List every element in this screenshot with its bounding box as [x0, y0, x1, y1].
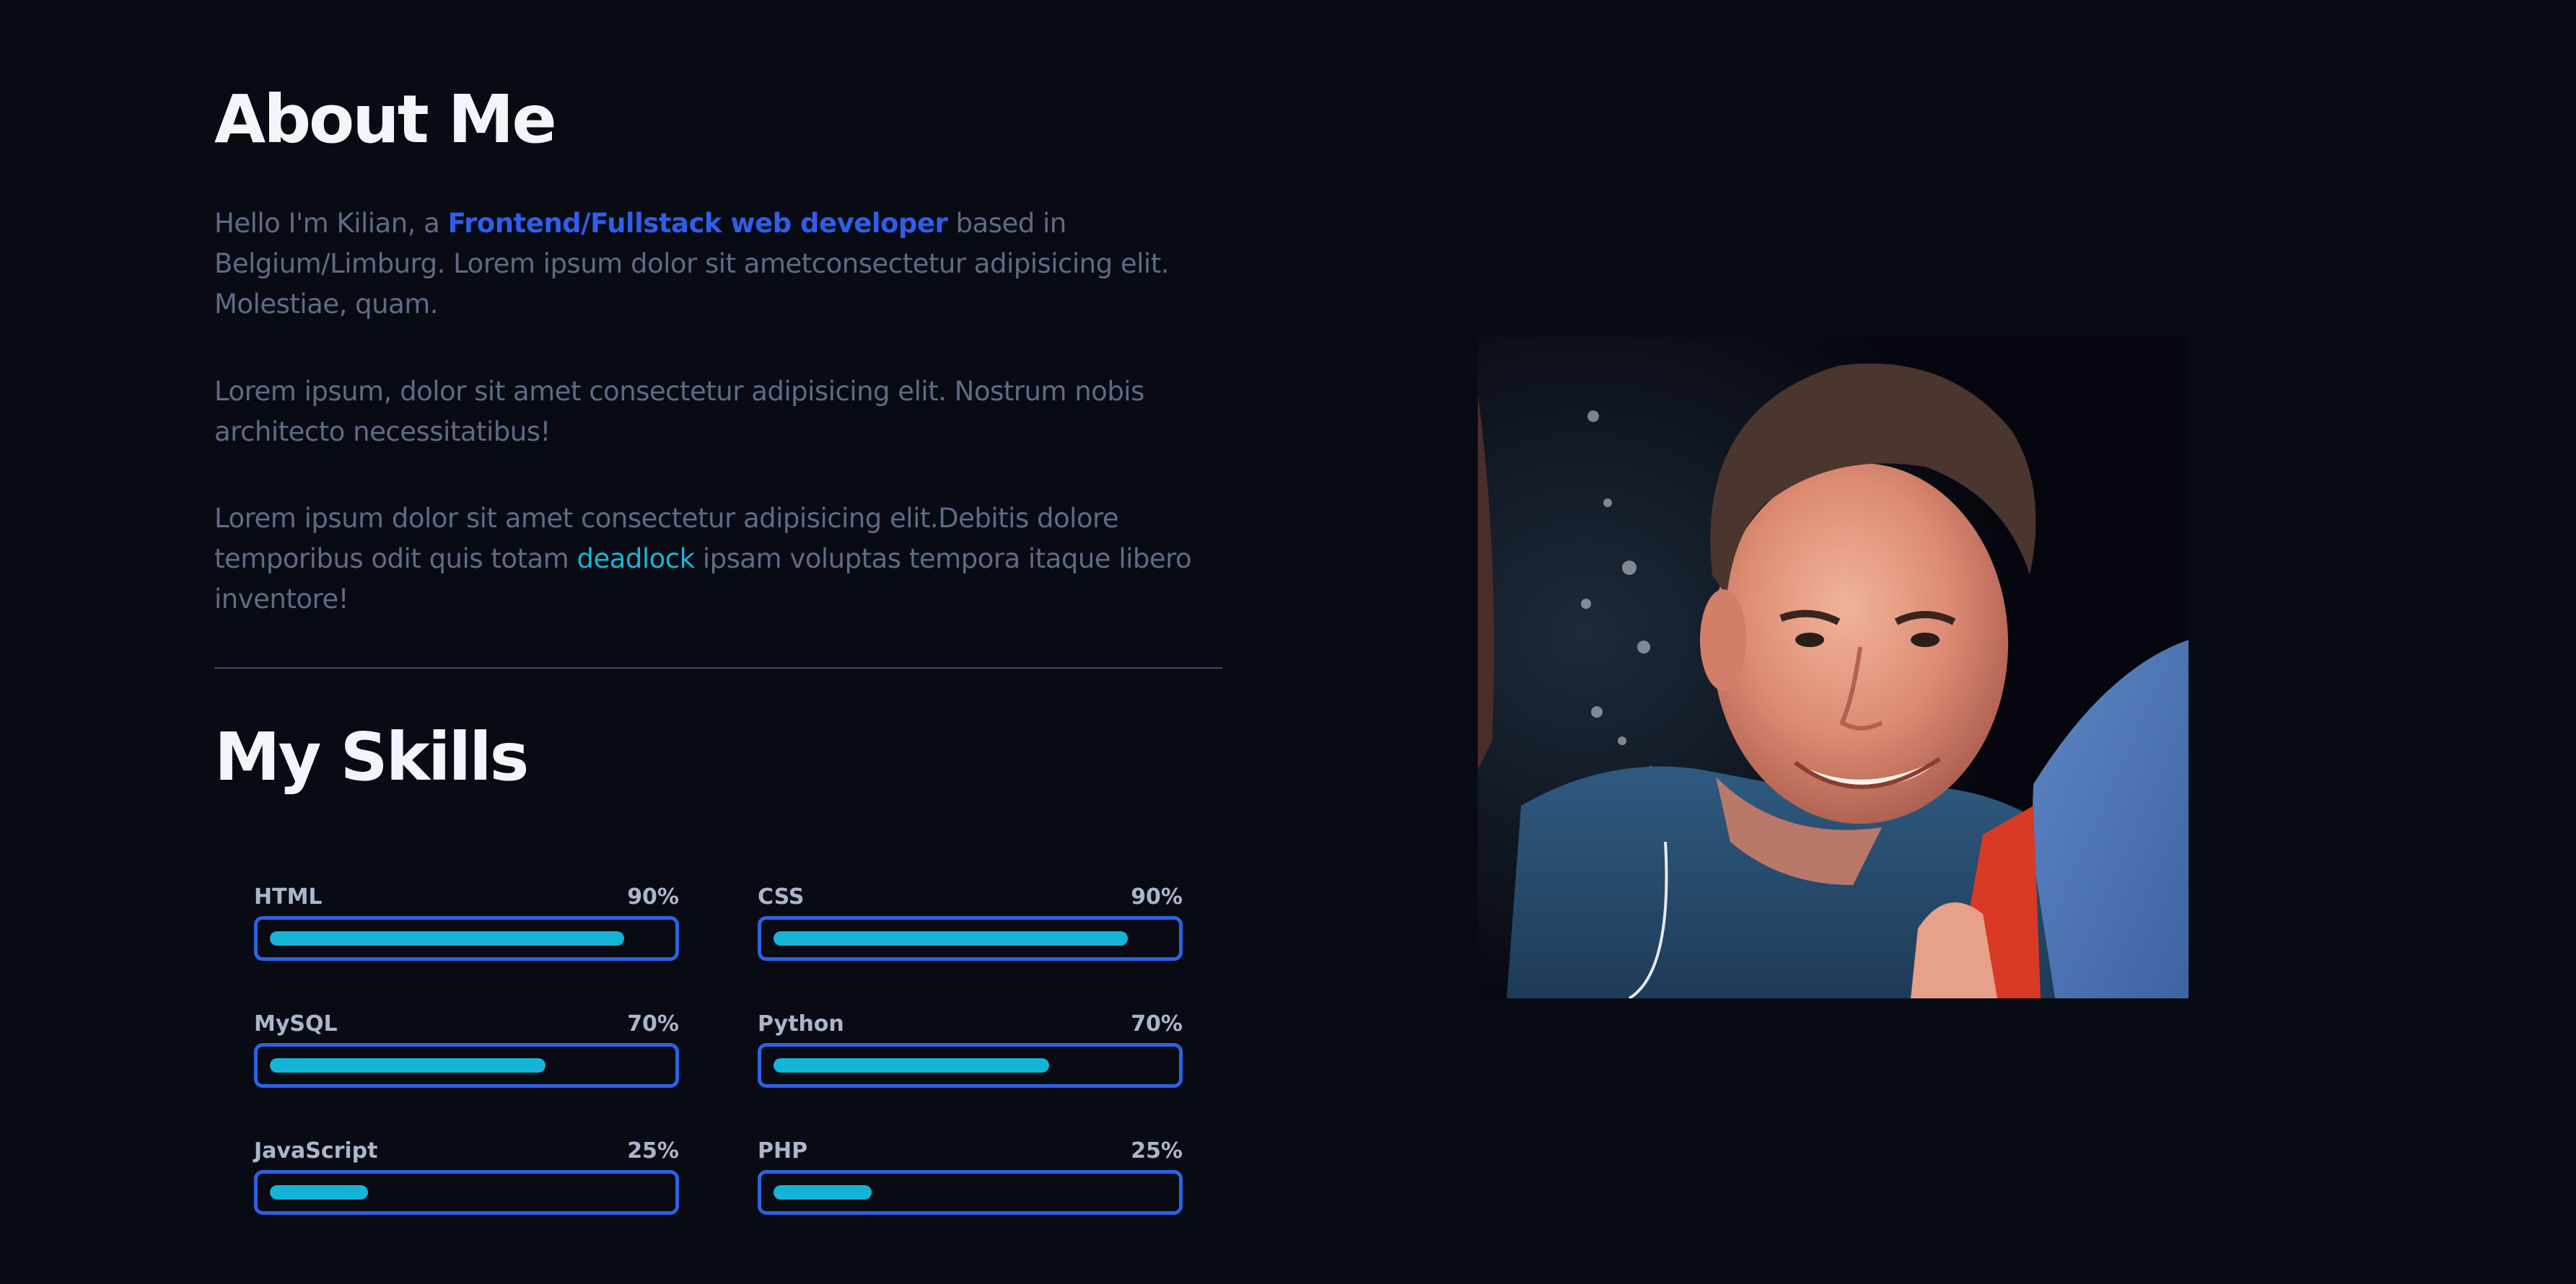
skill-python: Python 70% [758, 1010, 1183, 1089]
skill-name: MySQL [254, 1011, 338, 1037]
skill-javascript: JavaScript 25% [254, 1137, 679, 1216]
skill-html: HTML 90% [254, 883, 679, 962]
deadlock-link[interactable]: deadlock [577, 543, 695, 574]
skill-name: JavaScript [254, 1138, 378, 1164]
skill-progress-fill [774, 1185, 872, 1200]
skill-progress-fill [270, 1058, 546, 1073]
skill-percent: 70% [627, 1011, 679, 1037]
skill-progress-bar [254, 1043, 679, 1088]
about-p1-intro: Hello I'm Kilian, a [214, 208, 448, 239]
skill-css: CSS 90% [758, 883, 1183, 962]
skill-progress-bar [254, 916, 679, 961]
skill-percent: 25% [627, 1138, 679, 1164]
about-paragraph-2: Lorem ipsum, dolor sit amet consectetur … [214, 376, 1144, 447]
skill-mysql: MySQL 70% [254, 1010, 679, 1089]
skill-progress-fill [270, 931, 624, 946]
about-title: About Me [214, 81, 557, 158]
role-highlight: Frontend/Fullstack web developer [447, 208, 948, 239]
skill-progress-fill [270, 1185, 368, 1200]
skill-name: CSS [758, 884, 805, 910]
skill-progress-fill [774, 931, 1128, 946]
about-paragraph-3: Lorem ipsum dolor sit amet consectetur a… [214, 498, 1225, 620]
section-divider [214, 667, 1222, 669]
portrait-image [1478, 337, 2189, 998]
skill-progress-fill [774, 1058, 1049, 1073]
skill-name: PHP [758, 1138, 808, 1164]
skill-name: HTML [254, 884, 323, 910]
skill-progress-bar [758, 1170, 1183, 1215]
profile-photo [1478, 337, 2189, 998]
skill-progress-bar [758, 916, 1183, 961]
skill-percent: 70% [1131, 1011, 1183, 1037]
skill-progress-bar [758, 1043, 1183, 1088]
skill-name: Python [758, 1011, 844, 1037]
skill-percent: 25% [1131, 1138, 1183, 1164]
about-paragraph-1: Hello I'm Kilian, a Frontend/Fullstack w… [214, 203, 1225, 325]
skills-title: My Skills [214, 718, 529, 796]
skills-grid: HTML 90% CSS 90% MySQL 70% Python 70% Ja… [254, 883, 1185, 1222]
skill-progress-bar [254, 1170, 679, 1215]
skill-percent: 90% [1131, 884, 1183, 910]
skill-percent: 90% [627, 884, 679, 910]
skill-php: PHP 25% [758, 1137, 1183, 1216]
